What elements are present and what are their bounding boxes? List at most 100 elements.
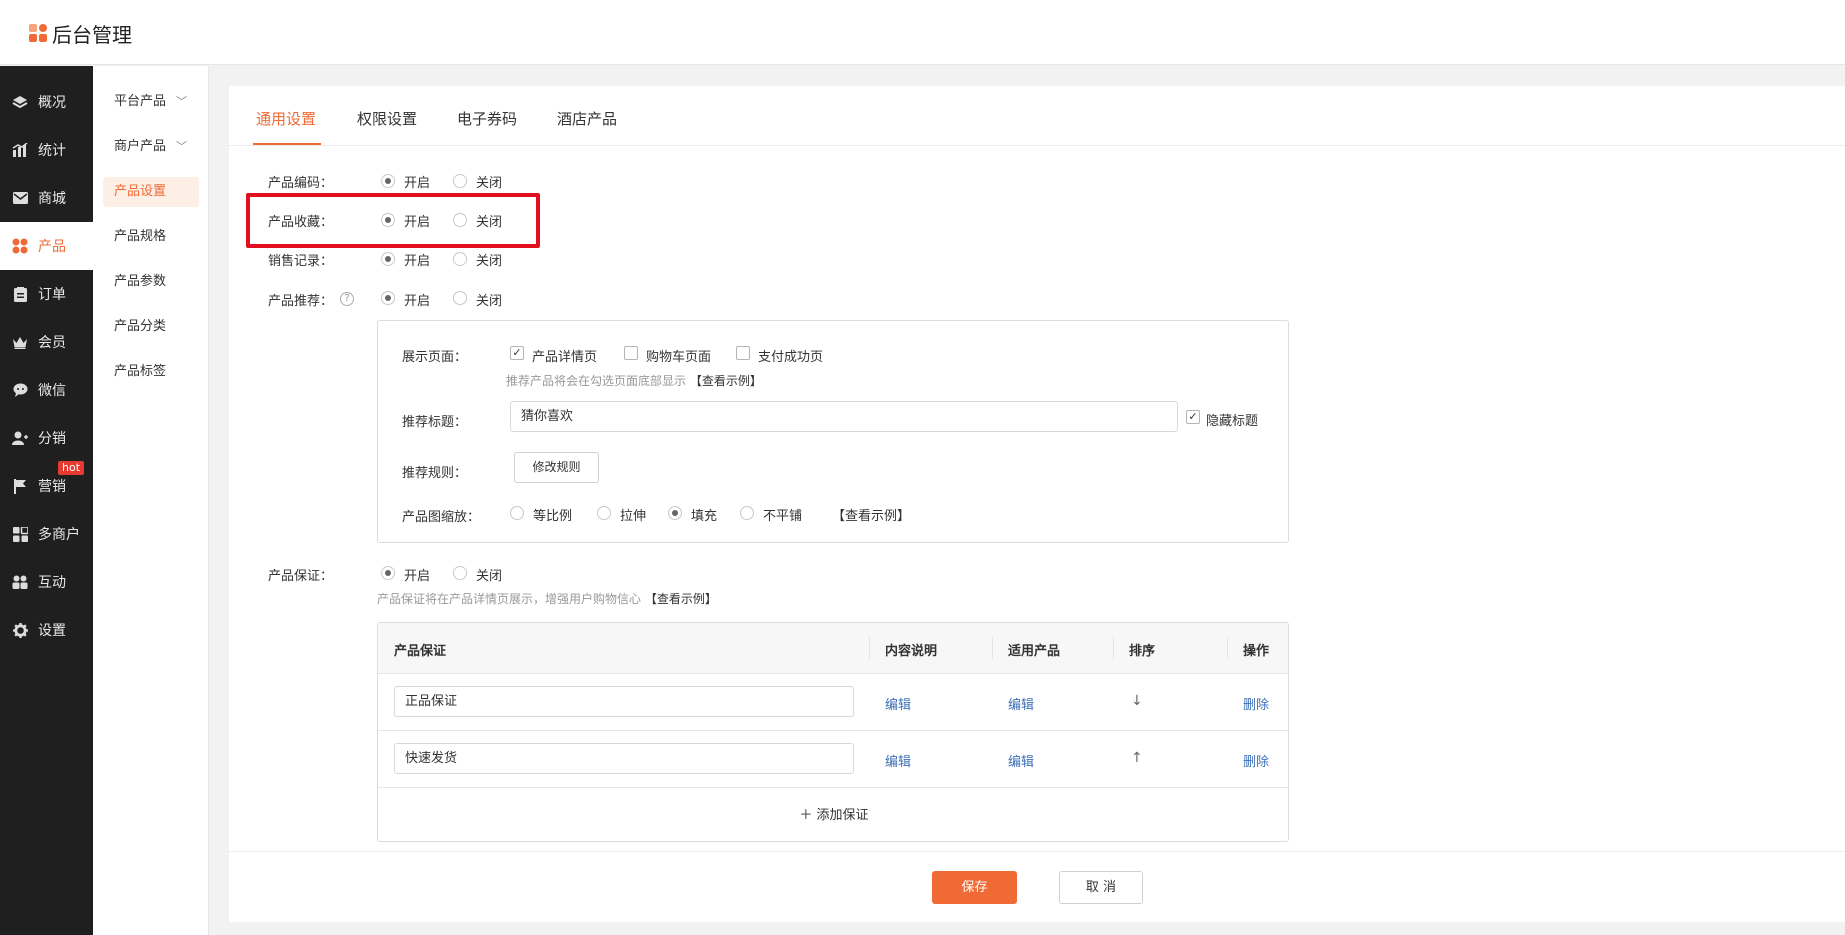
detail-page-checkbox[interactable]: ✓ <box>510 346 524 360</box>
nav-label: 订单 <box>38 287 66 303</box>
logo[interactable]: 后台管理 <box>29 19 132 48</box>
nav-item-mall[interactable]: 商城 <box>0 174 93 222</box>
nav-item-distribution[interactable]: 分销 <box>0 414 93 462</box>
grid-icon <box>12 238 28 254</box>
edit-content-link[interactable]: 编辑 <box>885 694 911 713</box>
sales-record-label: 销售记录： <box>268 254 334 269</box>
view-example-link[interactable]: 【查看示例】 <box>832 505 910 524</box>
subnav-item-platform-products[interactable]: 平台产品 ﹀ <box>103 87 199 117</box>
nav-item-members[interactable]: 会员 <box>0 318 93 366</box>
product-recommend-off-radio[interactable] <box>453 291 467 305</box>
column-header: 排序 <box>1129 644 1156 659</box>
edit-content-link[interactable]: 编辑 <box>885 751 911 770</box>
product-favorite-off-radio[interactable] <box>453 213 467 227</box>
radio-label: 开启 <box>404 294 431 309</box>
recommend-rule-label: 推荐规则： <box>402 466 468 481</box>
main-sidebar: 概况 统计 商城 产品 订单 会员 微信 分销 营销 多商户 互动 设置 <box>0 66 93 935</box>
guarantee-off-radio[interactable] <box>453 566 467 580</box>
arrow-down-icon[interactable]: ↓ <box>1131 693 1143 709</box>
hint-text: 推荐产品将会在勾选页面底部显示 <box>506 374 687 388</box>
image-scale-label: 产品图缩放： <box>402 510 481 525</box>
subnav-item-merchant-products[interactable]: 商户产品 ﹀ <box>103 132 199 162</box>
guarantee-hint: 产品保证将在产品详情页展示，增强用户购物信心 【查看示例】 <box>377 590 717 607</box>
sales-record-off-radio[interactable] <box>453 252 467 266</box>
logo-icon <box>29 24 48 43</box>
table-row: 快速发货 编辑 编辑 ↑ 删除 <box>378 731 1288 788</box>
nav-label: 商城 <box>38 191 66 207</box>
sales-record-on-radio[interactable] <box>381 252 395 266</box>
display-hint: 推荐产品将会在勾选页面底部显示 【查看示例】 <box>506 372 762 389</box>
column-header: 适用产品 <box>1008 644 1061 659</box>
subnav-item-product-categories[interactable]: 产品分类 <box>103 312 199 342</box>
scale-stretch-radio[interactable] <box>597 506 611 520</box>
subnav-item-product-params[interactable]: 产品参数 <box>103 267 199 297</box>
product-favorite-label: 产品收藏： <box>268 215 334 230</box>
radio-label: 不平铺 <box>763 509 803 524</box>
radio-label: 关闭 <box>476 294 503 309</box>
product-code-on-radio[interactable] <box>381 174 395 188</box>
edit-products-link[interactable]: 编辑 <box>1008 751 1034 770</box>
subnav-item-product-specs[interactable]: 产品规格 <box>103 222 199 252</box>
footer-bar <box>229 851 1845 922</box>
nav-label: 营销 <box>38 479 66 495</box>
nav-label: 分销 <box>38 431 66 447</box>
hint-text: 产品保证将在产品详情页展示，增强用户购物信心 <box>377 592 642 606</box>
view-example-link[interactable]: 【查看示例】 <box>690 374 762 388</box>
scale-fill-radio[interactable] <box>668 506 682 520</box>
product-favorite-on-radio[interactable] <box>381 213 395 227</box>
nav-item-stats[interactable]: 统计 <box>0 126 93 174</box>
subnav-label: 平台产品 <box>114 94 167 109</box>
delete-link[interactable]: 删除 <box>1243 751 1269 770</box>
scale-no-tile-radio[interactable] <box>740 506 754 520</box>
tab-hotel-products[interactable]: 酒店产品 <box>557 108 617 129</box>
product-code-off-radio[interactable] <box>453 174 467 188</box>
nav-item-multi-merchant[interactable]: 多商户 <box>0 510 93 558</box>
nav-item-overview[interactable]: 概况 <box>0 78 93 126</box>
guarantee-label: 产品保证： <box>268 569 334 584</box>
nav-label: 会员 <box>38 335 66 351</box>
nav-item-products[interactable]: 产品 <box>0 222 93 270</box>
subnav-item-product-settings[interactable]: 产品设置 <box>103 177 199 207</box>
guarantee-name-input[interactable]: 正品保证 <box>394 686 854 717</box>
flag-icon <box>12 478 28 494</box>
cancel-button[interactable]: 取 消 <box>1059 871 1143 904</box>
recommend-title-label: 推荐标题： <box>402 415 468 430</box>
guarantee-name-input[interactable]: 快速发货 <box>394 743 854 774</box>
checkbox-label: 支付成功页 <box>758 350 824 365</box>
subnav-item-product-tags[interactable]: 产品标签 <box>103 357 199 387</box>
scale-ratio-radio[interactable] <box>510 506 524 520</box>
edit-products-link[interactable]: 编辑 <box>1008 694 1034 713</box>
hot-badge: hot <box>58 461 85 475</box>
nav-label: 互动 <box>38 575 66 591</box>
column-header: 操作 <box>1243 644 1270 659</box>
tab-e-coupons[interactable]: 电子券码 <box>457 108 517 129</box>
users-icon <box>12 430 28 446</box>
help-icon[interactable]: ? <box>340 292 354 306</box>
nav-label: 设置 <box>38 623 66 639</box>
payment-success-checkbox[interactable] <box>736 346 750 360</box>
hide-title-checkbox[interactable]: ✓ <box>1186 410 1200 424</box>
chevron-down-icon: ﹀ <box>176 140 187 153</box>
nav-item-wechat[interactable]: 微信 <box>0 366 93 414</box>
product-recommend-on-radio[interactable] <box>381 291 395 305</box>
column-header: 内容说明 <box>885 644 938 659</box>
tab-permissions[interactable]: 权限设置 <box>357 108 417 129</box>
delete-link[interactable]: 删除 <box>1243 694 1269 713</box>
save-button[interactable]: 保存 <box>932 871 1017 904</box>
guarantee-on-radio[interactable] <box>381 566 395 580</box>
nav-item-orders[interactable]: 订单 <box>0 270 93 318</box>
column-divider <box>1113 637 1114 659</box>
modify-rule-button[interactable]: 修改规则 <box>514 452 599 483</box>
chat-icon <box>12 382 28 398</box>
cart-page-checkbox[interactable] <box>624 346 638 360</box>
view-example-link[interactable]: 【查看示例】 <box>645 592 717 606</box>
radio-label: 关闭 <box>476 569 503 584</box>
tab-general[interactable]: 通用设置 <box>256 108 316 129</box>
nav-item-settings[interactable]: 设置 <box>0 606 93 654</box>
add-guarantee-button[interactable]: ＋ 添加保证 <box>378 788 1288 841</box>
recommend-title-input[interactable]: 猜你喜欢 <box>510 401 1178 432</box>
radio-label: 开启 <box>404 176 431 191</box>
arrow-up-icon[interactable]: ↑ <box>1131 750 1143 766</box>
nav-item-interaction[interactable]: 互动 <box>0 558 93 606</box>
radio-label: 开启 <box>404 215 431 230</box>
